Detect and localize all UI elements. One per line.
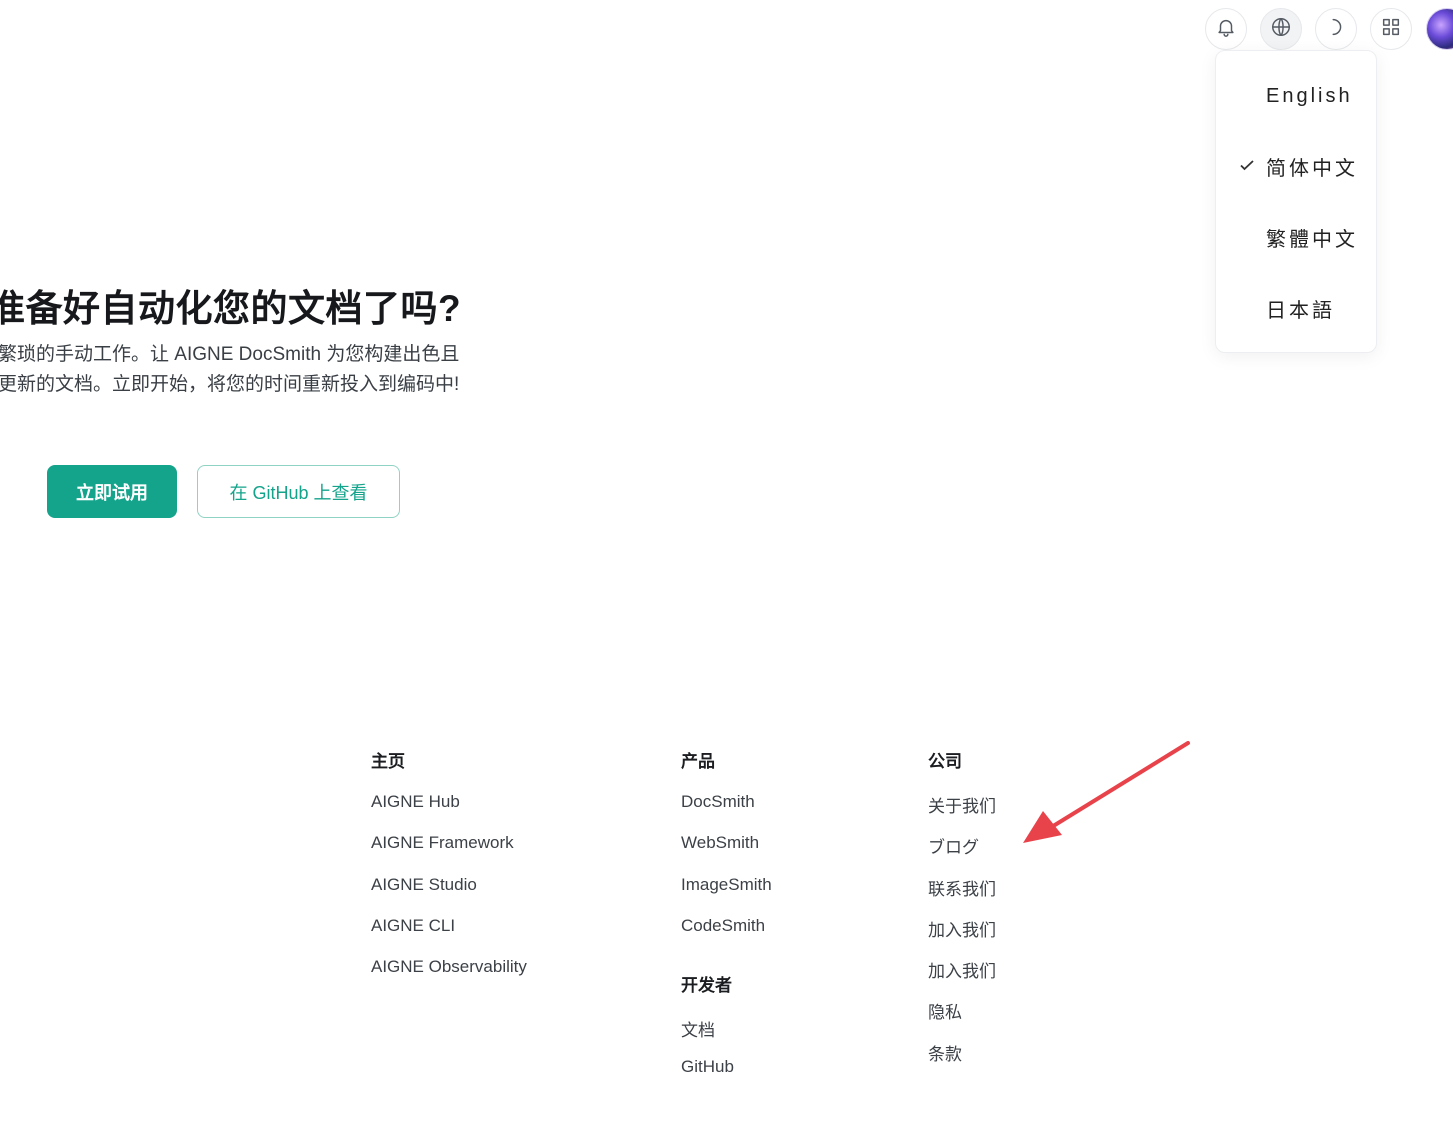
apps-button[interactable] bbox=[1370, 8, 1412, 50]
footer-link-docsmith[interactable]: DocSmith bbox=[681, 792, 755, 812]
hero-title: 准备好自动化您的文档了吗? bbox=[0, 288, 462, 329]
check-icon bbox=[1238, 156, 1256, 174]
globe-icon bbox=[1270, 16, 1292, 43]
language-option-simplified-chinese[interactable]: 简体中文 bbox=[1216, 144, 1376, 188]
footer-link-privacy[interactable]: 隐私 bbox=[928, 998, 962, 1023]
language-option-label: 繁體中文 bbox=[1266, 228, 1358, 251]
footer-link-docs[interactable]: 文档 bbox=[681, 1016, 715, 1041]
language-option-english[interactable]: English bbox=[1216, 74, 1376, 118]
annotation-arrow-icon bbox=[1023, 741, 1190, 843]
language-option-label: 日本語 bbox=[1266, 299, 1335, 322]
footer-heading-company: 公司 bbox=[928, 752, 962, 771]
footer-link-websmith[interactable]: WebSmith bbox=[681, 833, 759, 853]
bell-icon bbox=[1215, 16, 1237, 43]
view-on-github-button[interactable]: 在 GitHub 上查看 bbox=[197, 465, 400, 518]
hero-description: 繁琐的手动工作。让 AIGNE DocSmith 为您构建出色且 更新的文档。立… bbox=[0, 340, 518, 400]
hero-description-line: 更新的文档。立即开始，将您的时间重新投入到编码中! bbox=[0, 374, 460, 395]
footer-link-blog[interactable]: ブログ bbox=[928, 833, 979, 858]
footer-link-terms[interactable]: 条款 bbox=[928, 1040, 962, 1065]
try-now-button[interactable]: 立即试用 bbox=[47, 465, 177, 518]
footer-link-aigne-studio[interactable]: AIGNE Studio bbox=[371, 875, 477, 895]
language-button[interactable] bbox=[1260, 8, 1302, 50]
footer-link-aigne-observability[interactable]: AIGNE Observability bbox=[371, 957, 527, 977]
footer-link-codesmith[interactable]: CodeSmith bbox=[681, 916, 765, 936]
footer-link-aigne-hub[interactable]: AIGNE Hub bbox=[371, 792, 460, 812]
footer-heading-developers: 开发者 bbox=[681, 976, 732, 995]
footer-link-github[interactable]: GitHub bbox=[681, 1057, 734, 1077]
footer-link-join-us[interactable]: 加入我们 bbox=[928, 916, 996, 941]
footer-heading-home: 主页 bbox=[371, 752, 405, 771]
language-option-label: English bbox=[1266, 84, 1353, 107]
language-option-japanese[interactable]: 日本語 bbox=[1216, 286, 1376, 330]
footer-link-contact-us[interactable]: 联系我们 bbox=[928, 875, 996, 900]
footer-link-imagesmith[interactable]: ImageSmith bbox=[681, 875, 772, 895]
language-menu: English 简体中文 繁體中文 日本語 bbox=[1215, 50, 1377, 353]
notification-button[interactable] bbox=[1205, 8, 1247, 50]
language-option-label: 简体中文 bbox=[1266, 157, 1358, 180]
footer-link-join-us-duplicate[interactable]: 加入我们 bbox=[928, 957, 996, 982]
footer-link-aigne-cli[interactable]: AIGNE CLI bbox=[371, 916, 455, 936]
theme-toggle-button[interactable] bbox=[1315, 8, 1357, 50]
apps-icon bbox=[1380, 16, 1402, 43]
avatar[interactable] bbox=[1426, 8, 1453, 50]
moon-icon bbox=[1325, 16, 1347, 43]
footer-link-aigne-framework[interactable]: AIGNE Framework bbox=[371, 833, 514, 853]
language-option-traditional-chinese[interactable]: 繁體中文 bbox=[1216, 215, 1376, 259]
footer-link-about-us[interactable]: 关于我们 bbox=[928, 792, 996, 817]
hero-description-line: 繁琐的手动工作。让 AIGNE DocSmith 为您构建出色且 bbox=[0, 344, 460, 365]
footer-heading-products: 产品 bbox=[681, 752, 715, 771]
